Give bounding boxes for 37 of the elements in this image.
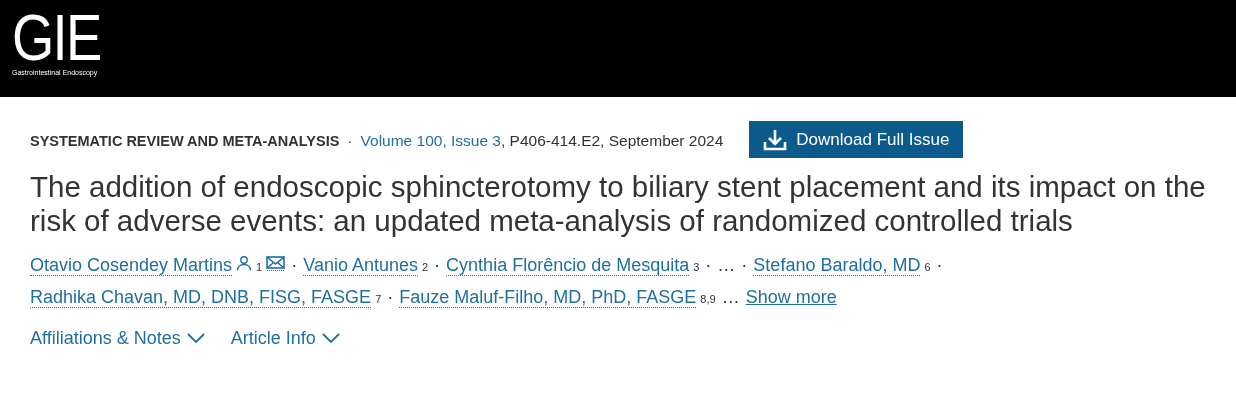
separator-dot: · bbox=[347, 132, 353, 150]
separator-dot: · bbox=[434, 254, 441, 277]
download-icon bbox=[763, 128, 788, 151]
issue-link[interactable]: Volume 100, Issue 3 bbox=[360, 132, 501, 150]
separator-dot: · bbox=[936, 254, 943, 277]
ellipsis: … bbox=[721, 286, 740, 309]
download-button[interactable]: Download Full Issue bbox=[749, 121, 964, 158]
separator-dot: · bbox=[387, 286, 394, 309]
affiliation-note: 2 bbox=[422, 260, 429, 275]
affiliation-note: 7 bbox=[375, 292, 382, 307]
chevron-icon bbox=[186, 333, 205, 344]
author-link[interactable]: Otavio Cosendey Martins bbox=[30, 255, 233, 276]
email-link[interactable] bbox=[266, 256, 286, 271]
article-title: The addition of endoscopic sphincterotomy to biliary stent placement and its impact on the risk of adverse events: an updated meta-analysis of randomized controlled trials bbox=[30, 170, 1206, 238]
citation: , P406-414.E2, September 2024 bbox=[501, 132, 724, 150]
author-link[interactable]: Cynthia Florêncio de Mesquita bbox=[446, 255, 690, 276]
author-link[interactable]: Vanio Antunes bbox=[303, 255, 418, 276]
affiliation-note: 6 bbox=[924, 260, 931, 275]
mail-icon bbox=[266, 256, 286, 271]
chevron-icon bbox=[321, 333, 340, 344]
person-icon bbox=[236, 255, 253, 271]
author-link[interactable]: Radhika Chavan, MD, DNB, FISG, FASGE bbox=[30, 287, 372, 308]
affiliation-note: 8,9 bbox=[700, 292, 716, 307]
author-link[interactable]: Fauze Maluf-Filho, MD, PhD, FASGE bbox=[399, 287, 697, 308]
ellipsis: … bbox=[717, 254, 736, 277]
affiliation-note: 1 bbox=[256, 260, 263, 275]
affiliation-note: 3 bbox=[693, 260, 700, 275]
author-link[interactable]: Stefano Baraldo, MD bbox=[753, 255, 921, 276]
article-category: SYSTEMATIC REVIEW AND META-ANALYSIS bbox=[30, 133, 340, 149]
logo-mark[interactable]: GIE bbox=[12, 9, 101, 67]
section-toggle[interactable]: Article Info bbox=[230, 328, 340, 349]
section-toggle[interactable]: Affiliations & Notes bbox=[30, 328, 205, 349]
separator-dot: · bbox=[291, 254, 298, 277]
show-more-link[interactable]: Show more bbox=[745, 282, 837, 312]
separator-dot: · bbox=[705, 254, 712, 277]
separator-dot: · bbox=[741, 254, 748, 277]
profile-link[interactable] bbox=[236, 255, 253, 271]
